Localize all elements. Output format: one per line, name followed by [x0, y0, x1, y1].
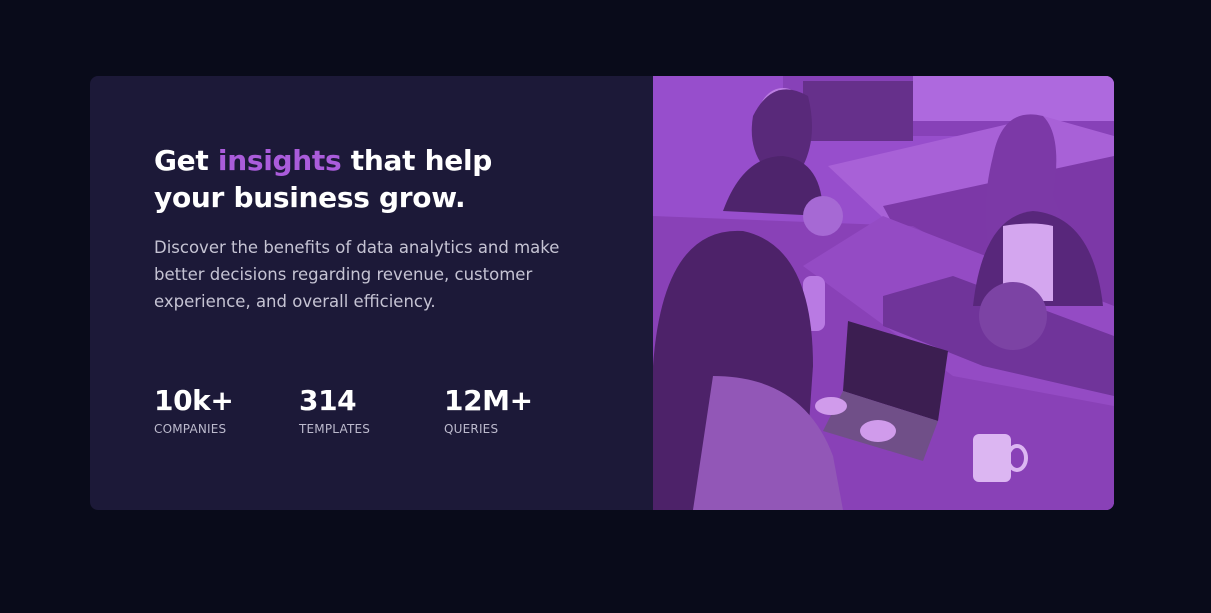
headline: Get insights that help your business gro… [154, 142, 564, 216]
stats-preview-card: Get insights that help your business gro… [90, 76, 1114, 510]
headline-start: Get [154, 144, 218, 177]
stat-queries: 12M+ QUERIES [444, 384, 589, 436]
headline-accent: insights [217, 144, 342, 177]
stat-templates: 314 TEMPLATES [299, 384, 444, 436]
image-tint-overlay [653, 76, 1114, 510]
stat-value: 10k+ [154, 384, 234, 417]
stat-label: COMPANIES [154, 422, 227, 436]
card-content: Get insights that help your business gro… [90, 76, 653, 510]
header-image [653, 76, 1114, 510]
stat-value: 12M+ [444, 384, 533, 417]
stat-companies: 10k+ COMPANIES [154, 384, 299, 436]
stat-value: 314 [299, 384, 357, 417]
stats-list: 10k+ COMPANIES 314 TEMPLATES 12M+ QUERIE… [154, 384, 589, 436]
stat-label: QUERIES [444, 422, 499, 436]
description: Discover the benefits of data analytics … [154, 238, 560, 311]
stat-label: TEMPLATES [299, 422, 371, 436]
office-photo-illustration [653, 76, 1114, 510]
